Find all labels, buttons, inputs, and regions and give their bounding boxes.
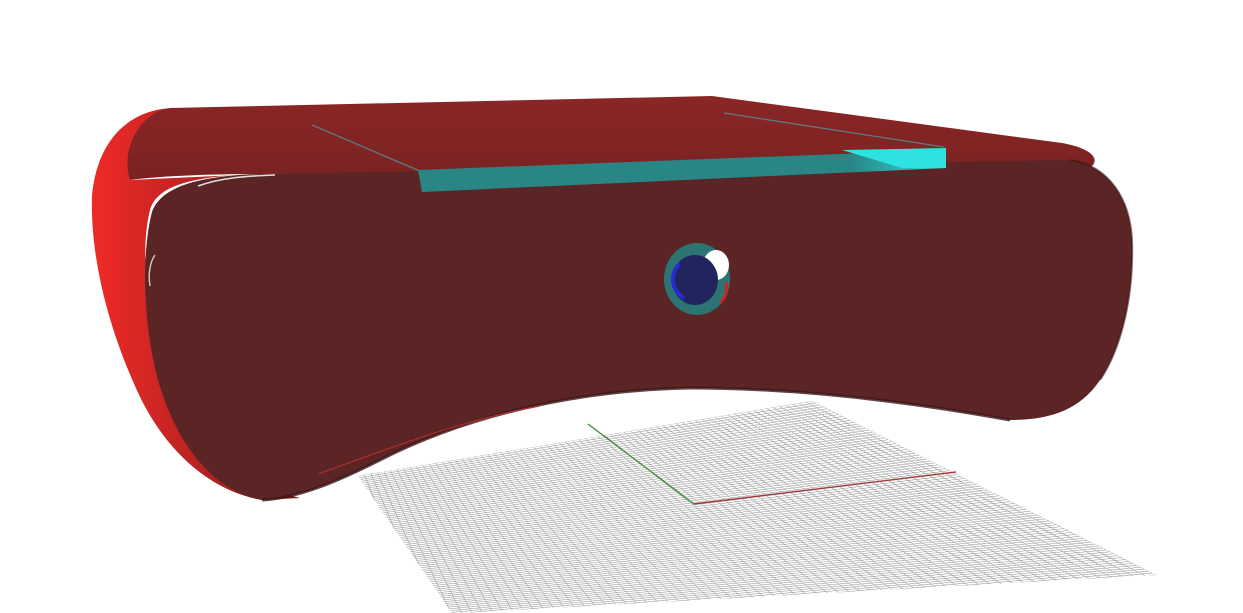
round-port-icon[interactable] bbox=[664, 243, 730, 315]
scene-canvas[interactable] bbox=[0, 0, 1243, 613]
ground-grid bbox=[358, 401, 1156, 613]
port-inner bbox=[672, 255, 718, 305]
3d-viewport[interactable] bbox=[0, 0, 1243, 613]
